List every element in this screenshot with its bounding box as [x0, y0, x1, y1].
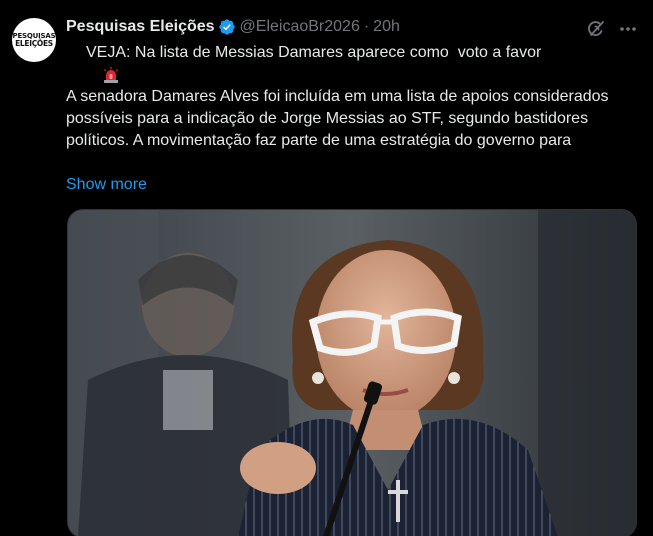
tweet-body: A senadora Damares Alves foi incluída em…	[66, 88, 609, 149]
photo-illustration	[68, 210, 636, 536]
tweet-headline: VEJA: Na lista de Messias Damares aparec…	[86, 44, 542, 61]
handle[interactable]: @EleicaoBr2026	[240, 18, 360, 36]
display-name[interactable]: Pesquisas Eleições	[66, 18, 215, 36]
tweet-text: VEJA: Na lista de Messias Damares aparec…	[66, 42, 636, 152]
grok-icon[interactable]	[586, 19, 606, 39]
more-icon[interactable]	[618, 19, 638, 39]
tweet-photo[interactable]	[67, 209, 637, 536]
siren-icon	[66, 44, 118, 83]
tweet-header: Pesquisas Eleições @EleicaoBr2026 · 20h	[66, 16, 400, 38]
show-more-link[interactable]: Show more	[66, 174, 147, 196]
verified-badge-icon[interactable]	[218, 18, 236, 36]
timestamp[interactable]: 20h	[373, 18, 400, 36]
avatar-text-line2: ELEIÇÕES	[15, 39, 53, 48]
tweet-headline-line: VEJA: Na lista de Messias Damares aparec…	[66, 42, 636, 83]
separator-dot: ·	[363, 18, 370, 35]
tweet[interactable]: PESQUISAS ELEIÇÕES Pesquisas Eleições @E…	[0, 0, 653, 536]
avatar[interactable]: PESQUISAS ELEIÇÕES	[12, 18, 56, 62]
